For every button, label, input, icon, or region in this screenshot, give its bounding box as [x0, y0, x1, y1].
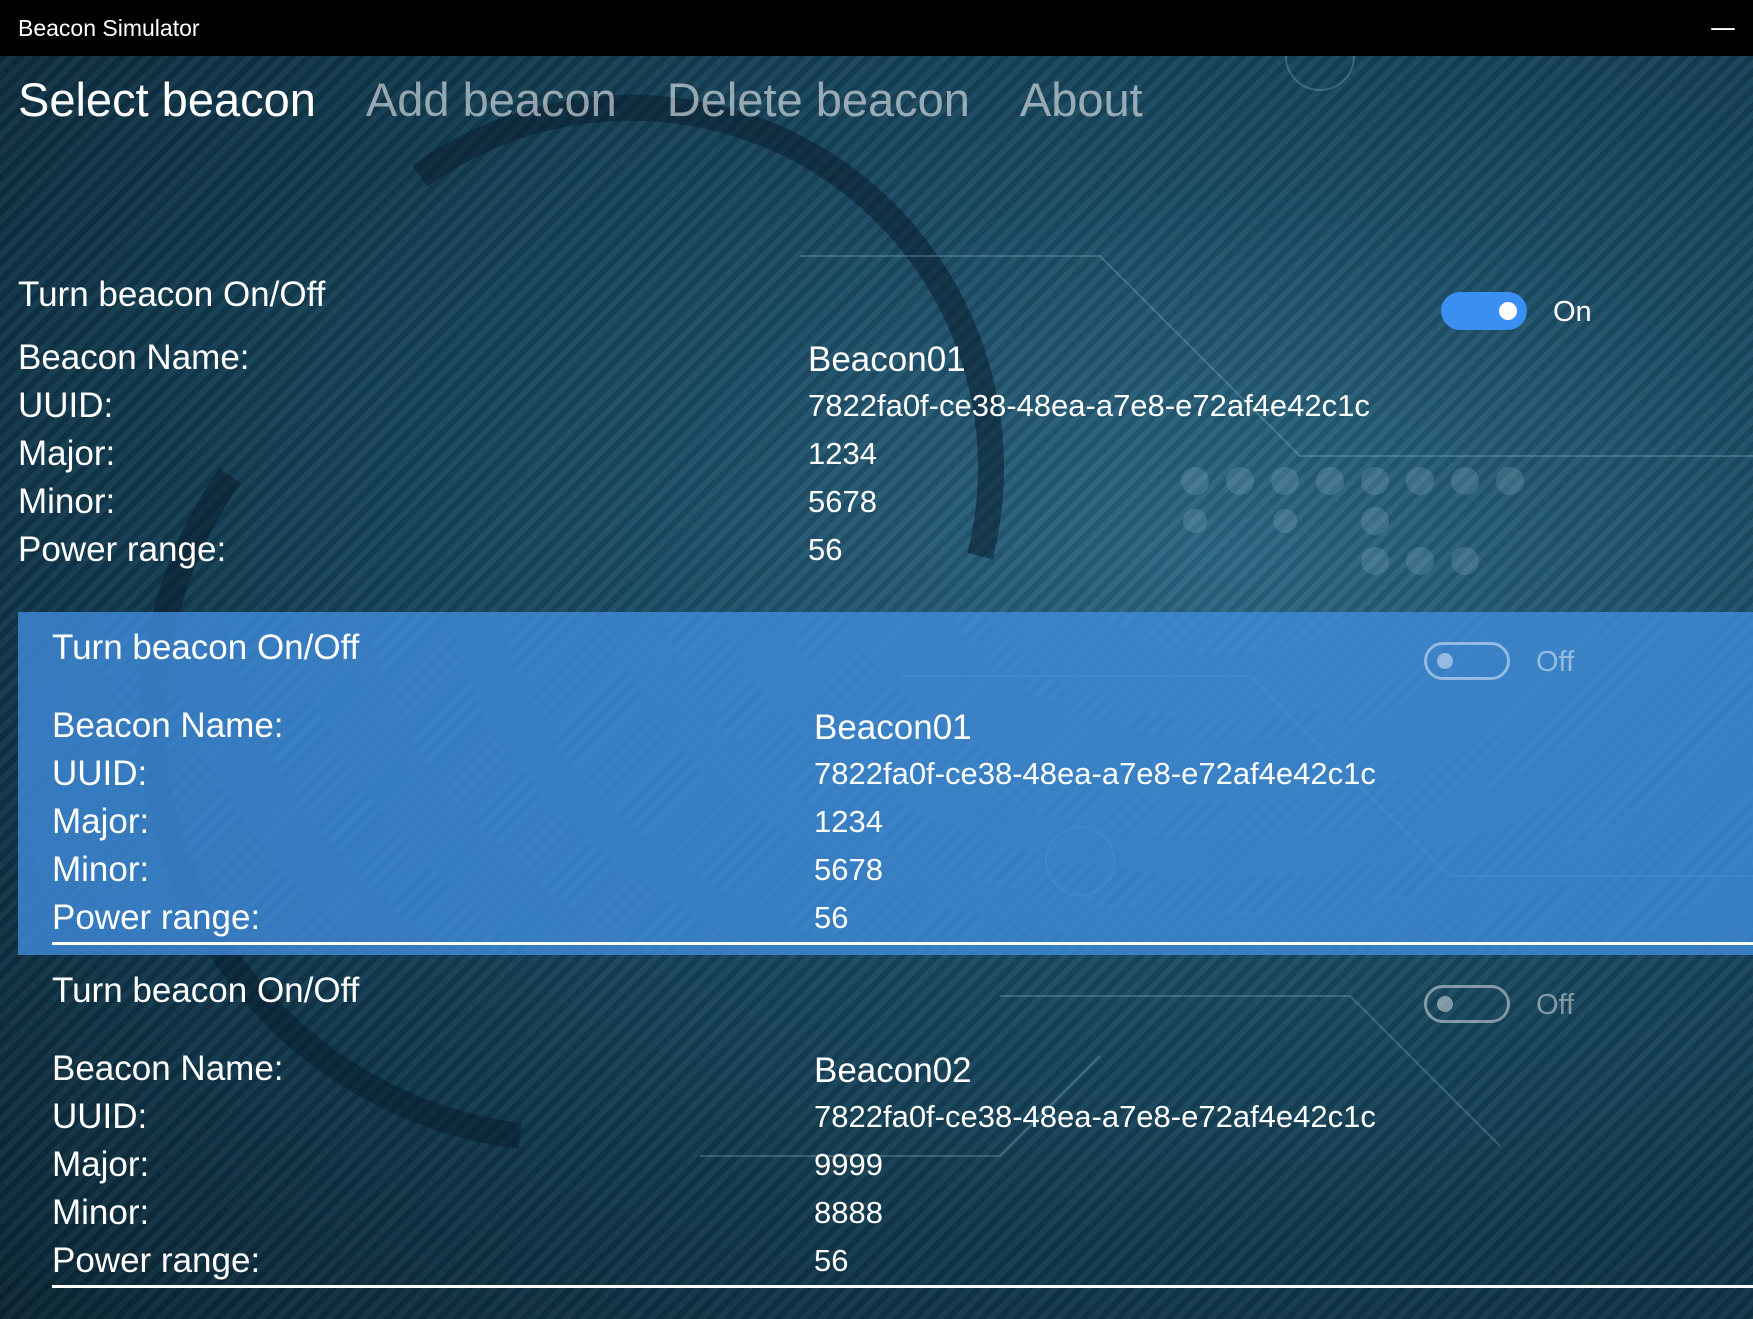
- beacon-toggle-switch[interactable]: [1424, 985, 1510, 1023]
- uuid-label: UUID:: [18, 386, 114, 425]
- list-item[interactable]: Turn beacon On/Off Off Beacon Name: UUID…: [18, 955, 1753, 1298]
- toggle-knob: [1437, 996, 1453, 1012]
- power-range-value: 56: [814, 900, 849, 935]
- minor-label: Minor:: [52, 1193, 150, 1232]
- beacon-name-label: Beacon Name:: [52, 706, 284, 745]
- uuid-value: 7822fa0f-ce38-48ea-a7e8-e72af4e42c1c: [814, 1099, 1376, 1134]
- minor-label: Minor:: [18, 482, 116, 521]
- nav-tabs: Select beacon Add beacon Delete beacon A…: [18, 72, 1143, 127]
- tab-about[interactable]: About: [1020, 72, 1143, 127]
- beacon-name-value: Beacon01: [814, 708, 972, 747]
- major-value: 1234: [814, 804, 883, 839]
- minor-label: Minor:: [52, 850, 150, 889]
- toggle-knob: [1437, 653, 1453, 669]
- toggle-title: Turn beacon On/Off: [52, 628, 360, 667]
- major-label: Major:: [52, 1145, 150, 1184]
- uuid-value: 7822fa0f-ce38-48ea-a7e8-e72af4e42c1c: [808, 388, 1370, 423]
- major-label: Major:: [18, 434, 116, 473]
- minor-value: 5678: [814, 852, 883, 887]
- list-item[interactable]: Turn beacon On/Off Off Beacon Name: UUID…: [18, 612, 1753, 955]
- toggle-state-label: On: [1553, 296, 1592, 328]
- power-range-label: Power range:: [52, 1241, 261, 1280]
- beacon-name-label: Beacon Name:: [52, 1049, 284, 1088]
- toggle-state-label: Off: [1536, 989, 1575, 1021]
- power-range-value: 56: [808, 532, 843, 567]
- item-divider: [52, 942, 1753, 945]
- power-range-label: Power range:: [52, 898, 261, 937]
- beacon-toggle-switch[interactable]: [1441, 292, 1527, 330]
- minor-value: 5678: [808, 484, 877, 519]
- major-value: 1234: [808, 436, 877, 471]
- major-value: 9999: [814, 1147, 883, 1182]
- minor-value: 8888: [814, 1195, 883, 1230]
- beacon-name-value: Beacon01: [808, 340, 966, 379]
- beacon-name-label: Beacon Name:: [18, 338, 250, 377]
- tab-delete-beacon[interactable]: Delete beacon: [667, 72, 970, 127]
- power-range-label: Power range:: [18, 530, 227, 569]
- toggle-title: Turn beacon On/Off: [52, 971, 360, 1010]
- window-title: Beacon Simulator: [18, 14, 200, 41]
- uuid-value: 7822fa0f-ce38-48ea-a7e8-e72af4e42c1c: [814, 756, 1376, 791]
- tab-select-beacon[interactable]: Select beacon: [18, 72, 316, 127]
- title-bar: Beacon Simulator —: [0, 0, 1753, 56]
- uuid-label: UUID:: [52, 1097, 148, 1136]
- beacon-toggle-switch[interactable]: [1424, 642, 1510, 680]
- uuid-label: UUID:: [52, 754, 148, 793]
- major-label: Major:: [52, 802, 150, 841]
- toggle-title: Turn beacon On/Off: [18, 275, 326, 314]
- tab-add-beacon[interactable]: Add beacon: [366, 72, 617, 127]
- beacon-name-value: Beacon02: [814, 1051, 972, 1090]
- minimize-button[interactable]: —: [1693, 0, 1753, 56]
- power-range-value: 56: [814, 1243, 849, 1278]
- toggle-knob: [1499, 302, 1517, 320]
- item-divider: [52, 1285, 1753, 1288]
- toggle-state-label: Off: [1536, 646, 1575, 678]
